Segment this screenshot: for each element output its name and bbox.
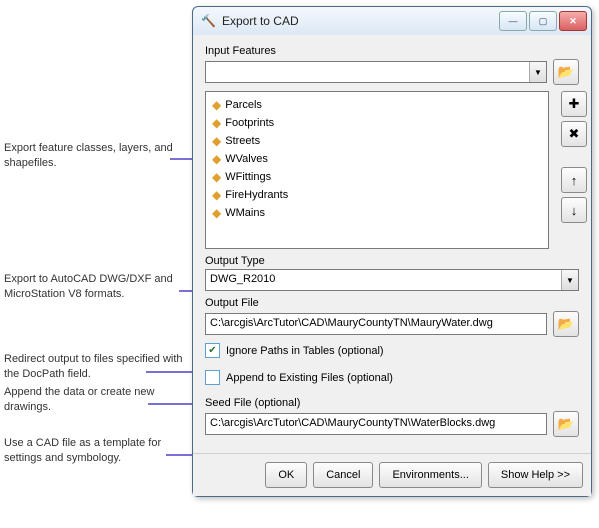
list-item[interactable]: ◆ Parcels [208, 96, 546, 114]
window-title: Export to CAD [222, 14, 497, 28]
button-bar: OK Cancel Environments... Show Help >> [193, 453, 591, 496]
seed-file-label: Seed File (optional) [205, 397, 579, 409]
feature-class-icon: ◆ [212, 116, 221, 130]
feature-class-icon: ◆ [212, 98, 221, 112]
list-item-label: WFittings [225, 171, 271, 183]
append-existing-row[interactable]: Append to Existing Files (optional) [205, 370, 579, 385]
feature-class-icon: ◆ [212, 134, 221, 148]
chevron-down-icon[interactable]: ▼ [561, 270, 578, 290]
feature-class-icon: ◆ [212, 188, 221, 202]
output-type-label: Output Type [205, 255, 579, 267]
client-area: Input Features ▼ 📂 ◆ Parcels ◆ Footprints … [193, 35, 591, 453]
list-item-label: WValves [225, 153, 268, 165]
minimize-button[interactable]: — [499, 11, 527, 31]
list-side-buttons: ✚ ✖ ↑ ↓ [555, 91, 579, 223]
list-item-label: Parcels [225, 99, 262, 111]
list-item-label: FireHydrants [225, 189, 288, 201]
features-listbox[interactable]: ◆ Parcels ◆ Footprints ◆ Streets ◆ WValves ◆… [205, 91, 549, 249]
ignore-paths-row[interactable]: ✔ Ignore Paths in Tables (optional) [205, 343, 579, 358]
cancel-button[interactable]: Cancel [313, 462, 373, 488]
feature-class-icon: ◆ [212, 206, 221, 220]
append-existing-checkbox[interactable] [205, 370, 220, 385]
annotation-export-features: Export feature classes, layers, and shap… [4, 141, 184, 171]
list-item[interactable]: ◆ WValves [208, 150, 546, 168]
output-file-label: Output File [205, 297, 579, 309]
show-help-button[interactable]: Show Help >> [488, 462, 583, 488]
folder-icon: 📂 [558, 64, 574, 80]
output-type-combo[interactable]: DWG_R2010 ▼ [205, 269, 579, 291]
maximize-button[interactable]: ▢ [529, 11, 557, 31]
list-item[interactable]: ◆ WFittings [208, 168, 546, 186]
feature-class-icon: ◆ [212, 152, 221, 166]
ignore-paths-checkbox[interactable]: ✔ [205, 343, 220, 358]
list-item[interactable]: ◆ WMains [208, 204, 546, 222]
annotation-export-formats: Export to AutoCAD DWG/DXF and MicroStati… [4, 272, 184, 302]
hammer-icon: 🔨 [201, 14, 216, 28]
move-up-button[interactable]: ↑ [561, 167, 587, 193]
remove-button[interactable]: ✖ [561, 121, 587, 147]
ok-button[interactable]: OK [265, 462, 307, 488]
list-item-label: WMains [225, 207, 265, 219]
browse-input-button[interactable]: 📂 [553, 59, 579, 85]
annotation-docpath: Redirect output to files specified with … [4, 352, 184, 382]
folder-icon: 📂 [558, 416, 574, 432]
folder-icon: 📂 [558, 316, 574, 332]
feature-class-icon: ◆ [212, 170, 221, 184]
input-features-label: Input Features [205, 45, 579, 57]
list-item[interactable]: ◆ Footprints [208, 114, 546, 132]
browse-output-button[interactable]: 📂 [553, 311, 579, 337]
output-file-field[interactable]: C:\arcgis\ArcTutor\CAD\MauryCountyTN\Mau… [205, 313, 547, 335]
list-item-label: Footprints [225, 117, 274, 129]
export-to-cad-window: 🔨 Export to CAD — ▢ ✕ Input Features ▼ 📂… [192, 6, 592, 497]
append-existing-label: Append to Existing Files (optional) [226, 372, 393, 384]
list-item-label: Streets [225, 135, 260, 147]
titlebar[interactable]: 🔨 Export to CAD — ▢ ✕ [193, 7, 591, 35]
annotation-seed: Use a CAD file as a template for setting… [4, 436, 184, 466]
move-down-button[interactable]: ↓ [561, 197, 587, 223]
close-button[interactable]: ✕ [559, 11, 587, 31]
list-item[interactable]: ◆ Streets [208, 132, 546, 150]
annotation-append: Append the data or create new drawings. [4, 385, 184, 415]
output-type-value: DWG_R2010 [206, 270, 561, 290]
add-button[interactable]: ✚ [561, 91, 587, 117]
browse-seed-button[interactable]: 📂 [553, 411, 579, 437]
chevron-down-icon[interactable]: ▼ [529, 62, 546, 82]
seed-file-field[interactable]: C:\arcgis\ArcTutor\CAD\MauryCountyTN\Wat… [205, 413, 547, 435]
list-item[interactable]: ◆ FireHydrants [208, 186, 546, 204]
environments-button[interactable]: Environments... [379, 462, 481, 488]
ignore-paths-label: Ignore Paths in Tables (optional) [226, 345, 384, 357]
input-features-combo[interactable]: ▼ [205, 61, 547, 83]
input-features-value [206, 62, 529, 82]
